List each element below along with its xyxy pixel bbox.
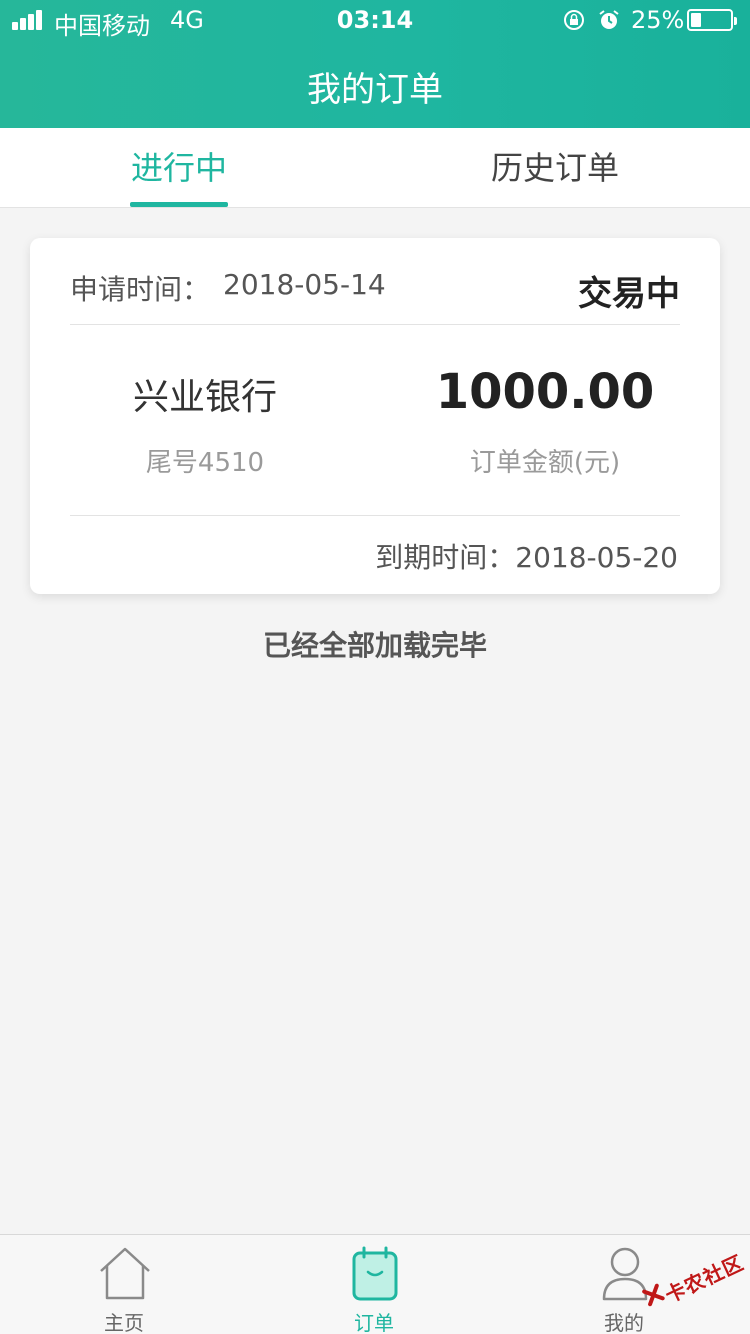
order-amount-label: 订单金额(元) <box>469 448 621 478</box>
status-bar: 中国移动 4G 03:14 25% <box>0 0 750 40</box>
battery-percent: 25% <box>631 6 685 34</box>
rotation-lock-icon <box>564 10 584 30</box>
apply-row: 申请时间： 2018-05-14 交易中 <box>70 266 680 314</box>
tab-history[interactable]: 历史订单 <box>475 128 635 208</box>
order-status: 交易中 <box>578 274 680 314</box>
home-icon <box>100 1247 150 1300</box>
divider <box>70 515 680 516</box>
list-end-message: 已经全部加载完毕 <box>262 629 487 662</box>
tabbar-orders-label: 订单 <box>354 1311 394 1334</box>
tabbar-home[interactable]: 主页 <box>49 1235 199 1334</box>
active-tab-indicator <box>130 202 228 207</box>
order-tabs: 进行中 历史订单 <box>0 128 750 208</box>
battery-icon <box>687 9 737 31</box>
divider <box>70 324 680 325</box>
due-time-label: 到期时间： <box>375 541 516 574</box>
bank-name: 兴业银行 <box>132 377 277 418</box>
tabbar-home-label: 主页 <box>104 1311 144 1334</box>
due-time-value: 2018-05-20 <box>515 541 678 574</box>
order-amount: 1000.00 <box>435 364 655 420</box>
tab-in-progress[interactable]: 进行中 <box>110 128 248 208</box>
watermark-text: 卡农社区 <box>661 1250 748 1308</box>
tabbar-orders[interactable]: 订单 <box>299 1235 449 1334</box>
app-root: 中国移动 4G 03:14 25% 我的订单 进行中 历史订单 申请时间： 20… <box>0 0 750 1334</box>
alarm-icon <box>599 10 619 29</box>
orders-icon <box>352 1246 398 1301</box>
apply-time-value: 2018-05-14 <box>223 268 386 301</box>
card-tail-number: 尾号4510 <box>145 448 265 478</box>
header: 中国移动 4G 03:14 25% 我的订单 <box>0 0 750 128</box>
apply-time-label: 申请时间： <box>70 273 211 306</box>
page-title: 我的订单 <box>307 70 443 110</box>
order-card[interactable]: 申请时间： 2018-05-14 交易中 兴业银行 尾号4510 1000.00… <box>30 238 720 594</box>
due-row: 到期时间：2018-05-20 <box>375 536 678 576</box>
